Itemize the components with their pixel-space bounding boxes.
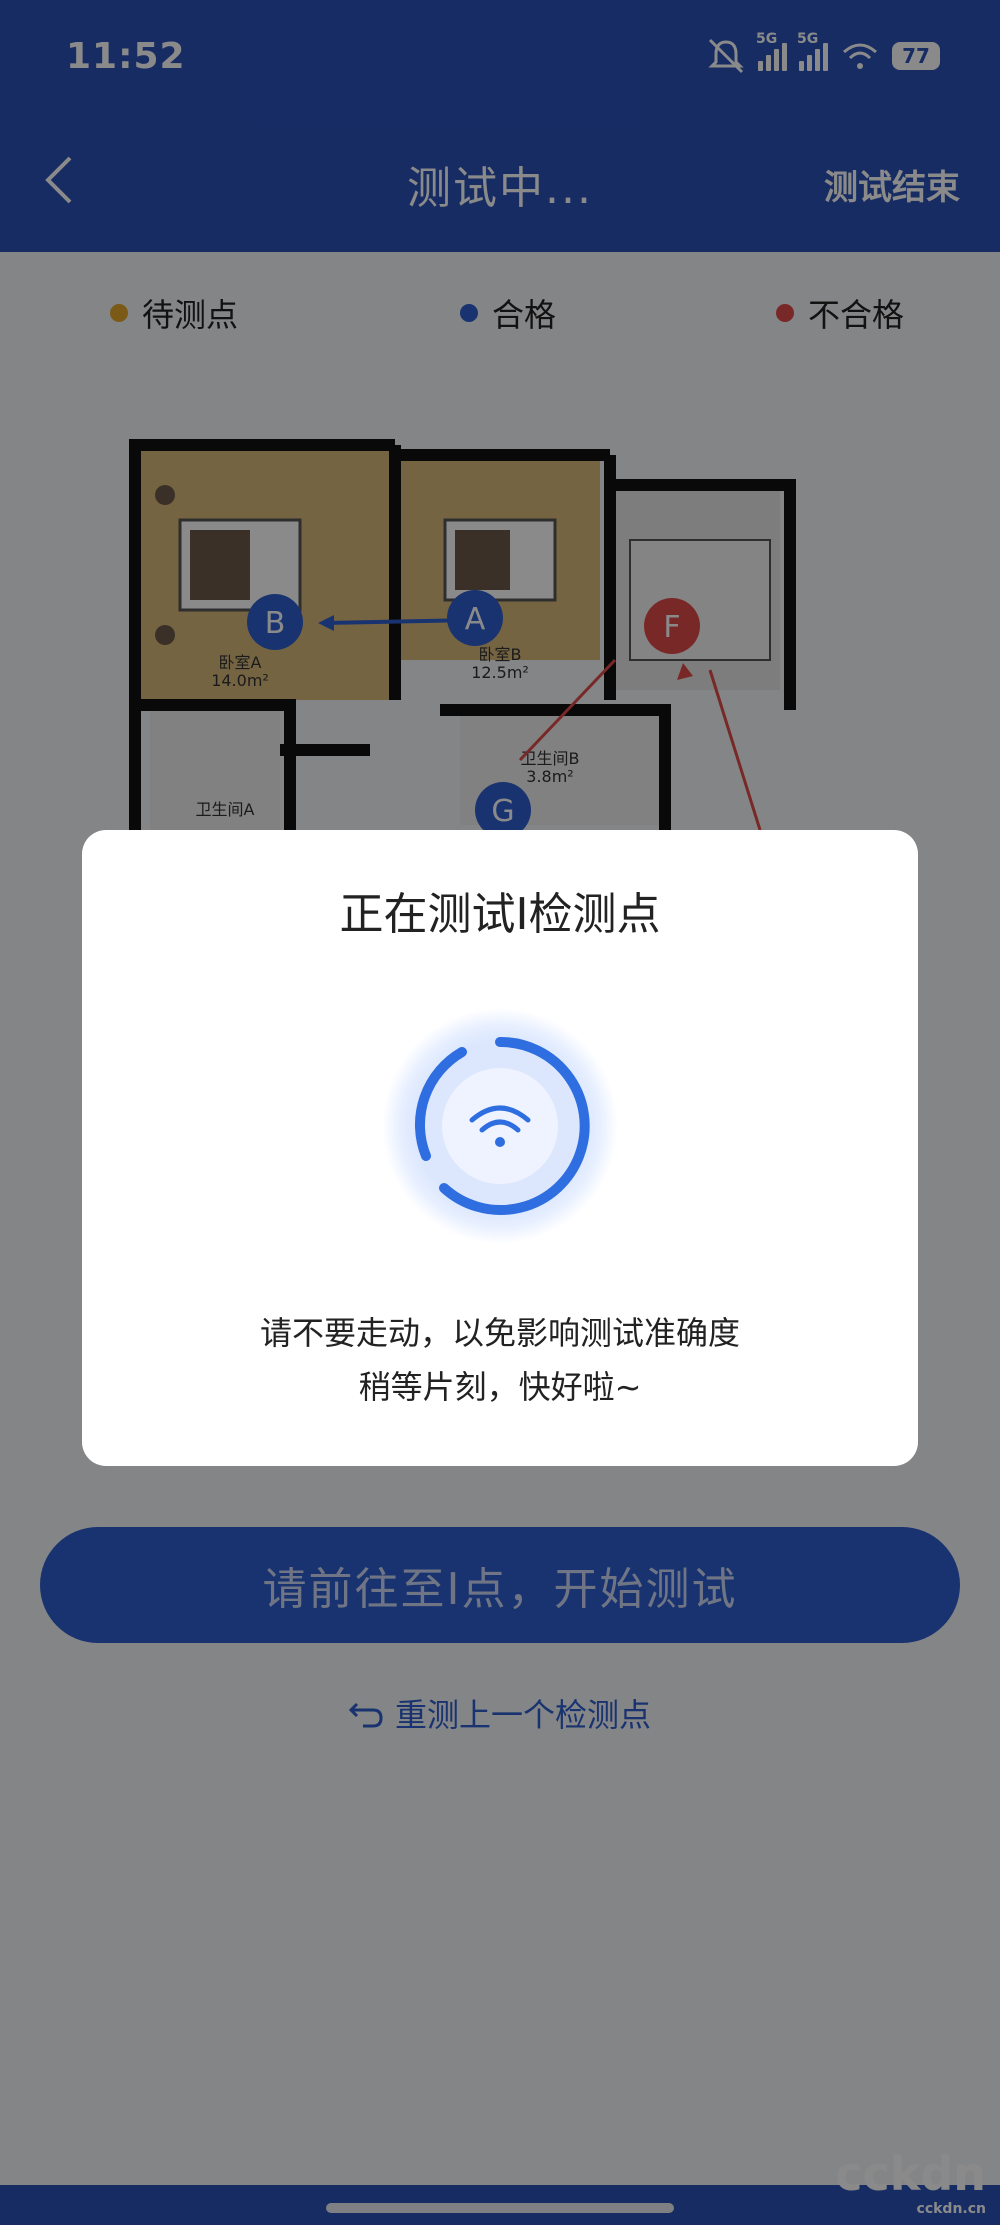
dialog-title: 正在测试I检测点 (339, 889, 661, 940)
testing-dialog: 正在测试I检测点 请不要走动，以免影响测试准确度 稍等片刻，快好啦~ (82, 830, 918, 1466)
dialog-message-line1: 请不要走动，以免影响测试准确度 (259, 1314, 740, 1352)
dialog-message-line2: 稍等片刻，快好啦~ (358, 1368, 642, 1406)
testing-spinner (382, 1008, 618, 1244)
